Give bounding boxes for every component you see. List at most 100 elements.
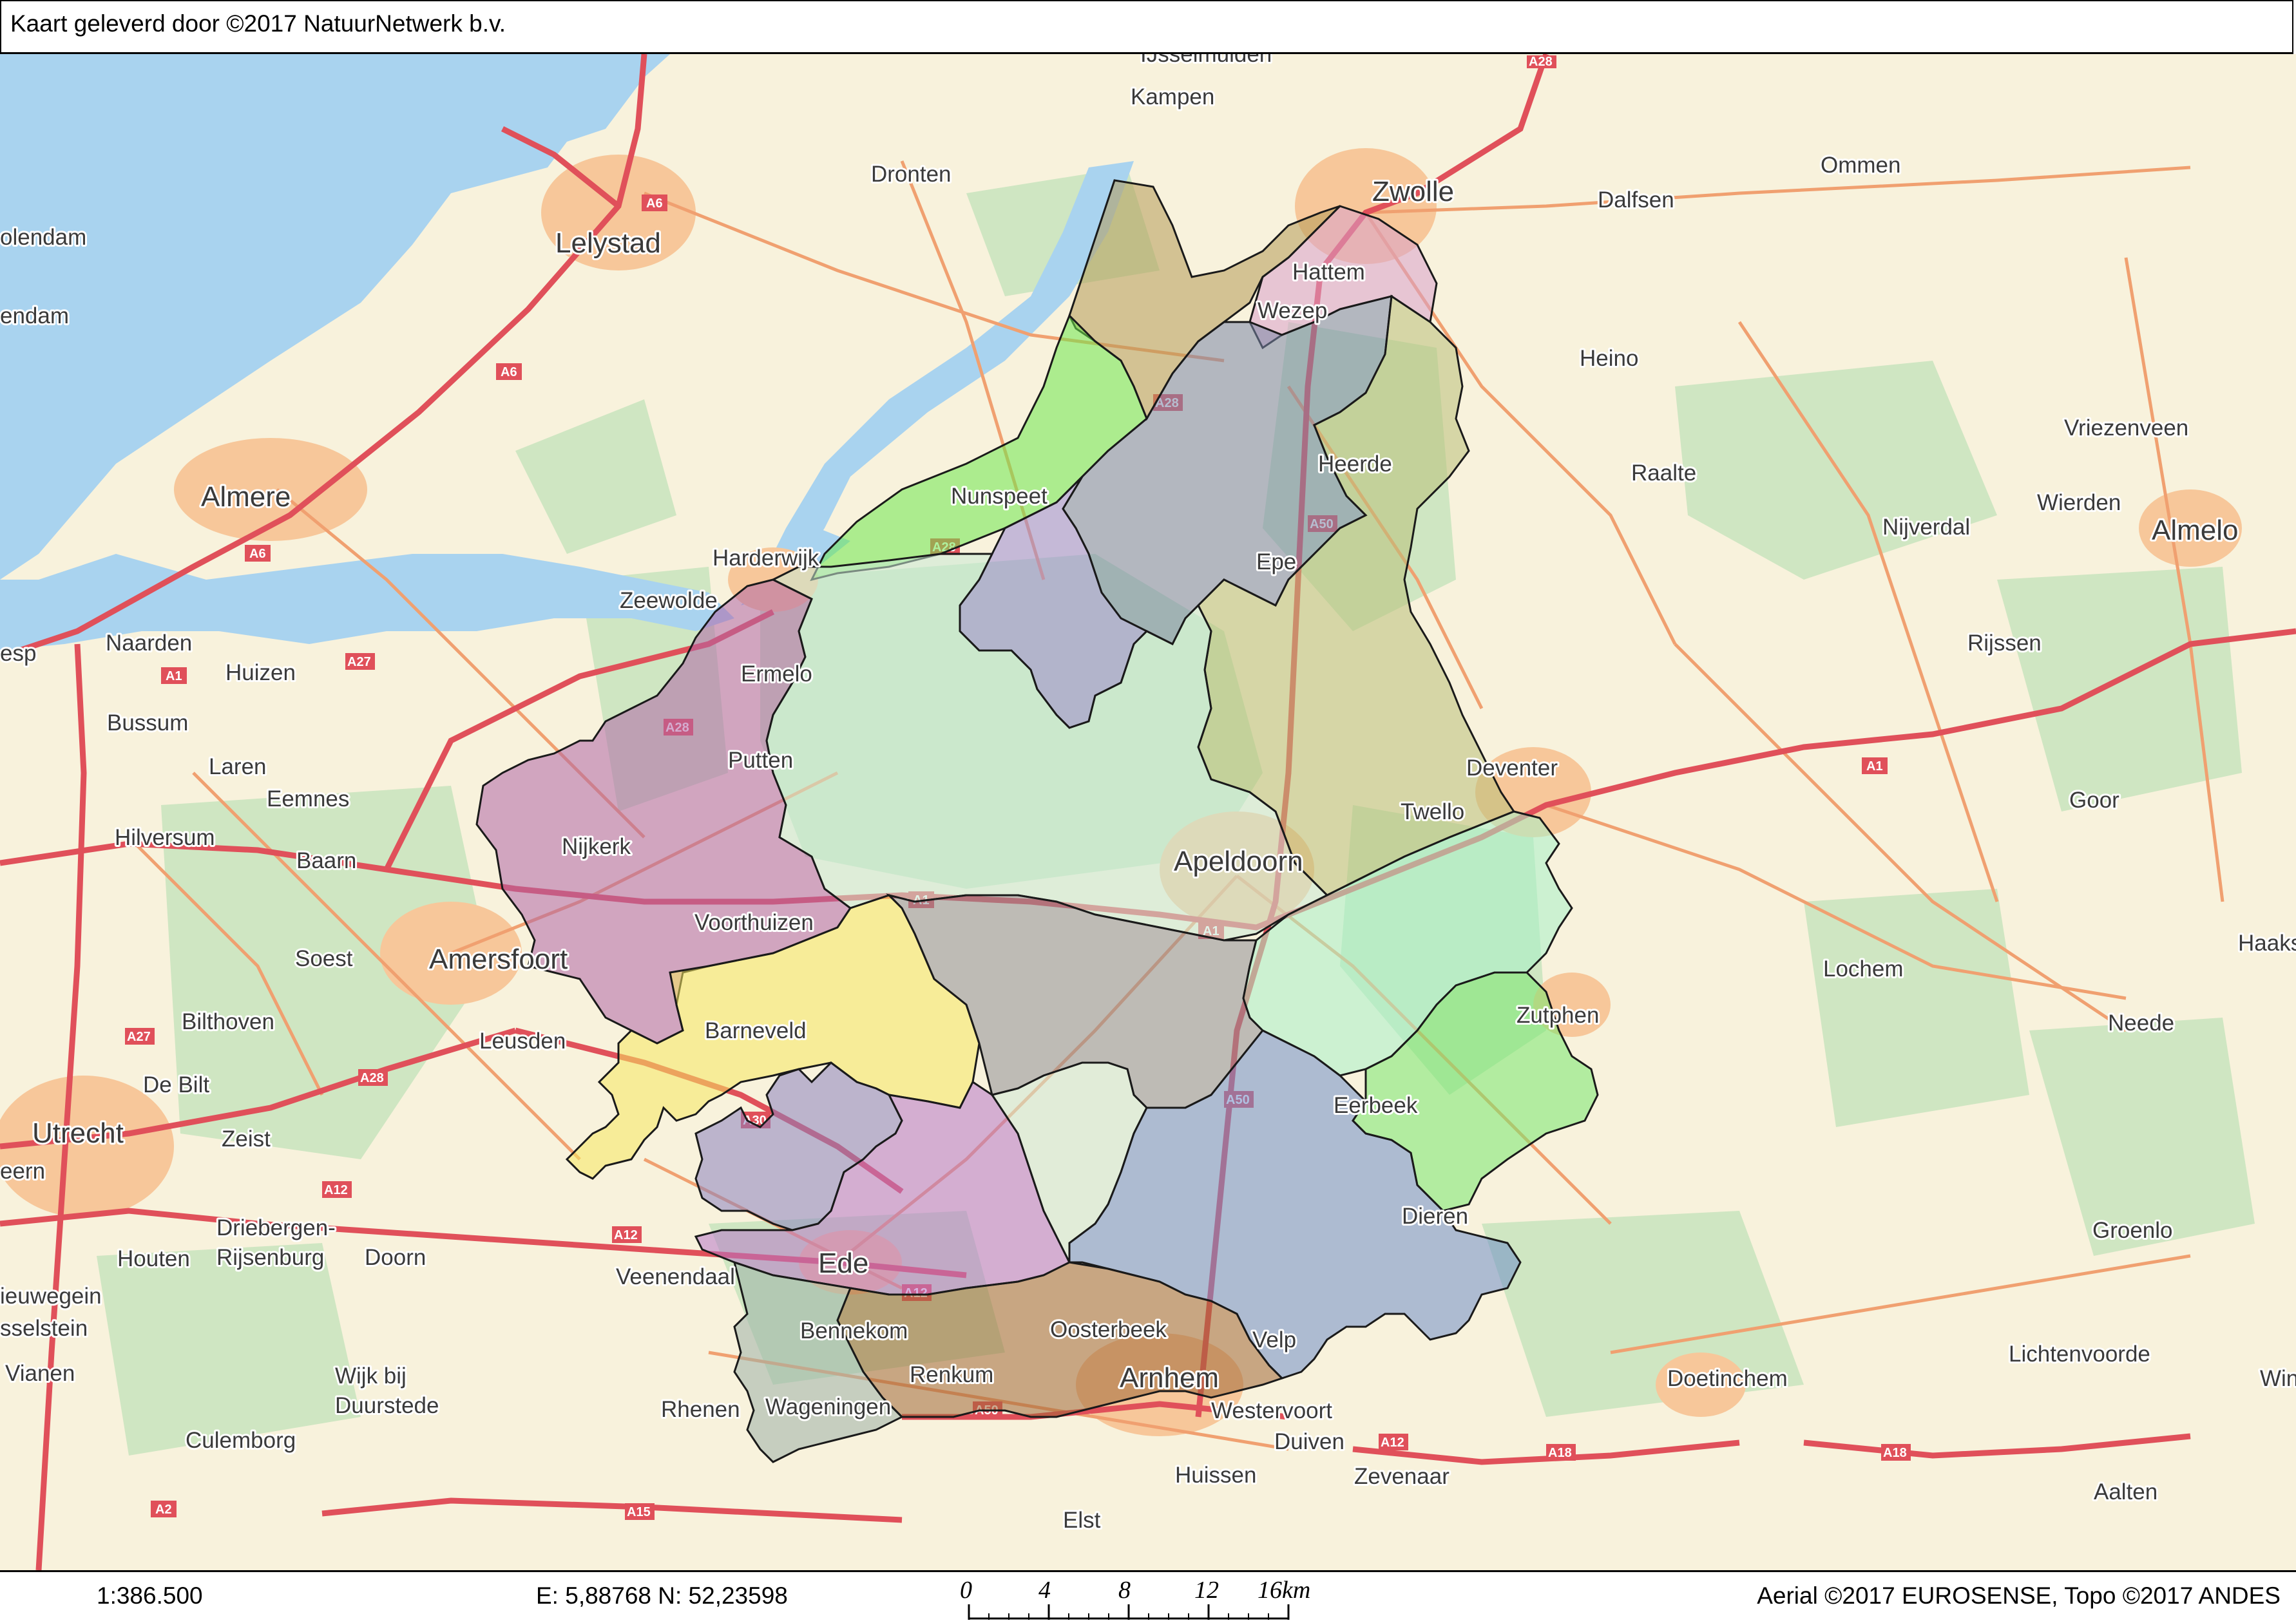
imagery-attribution: Aerial ©2017 EUROSENSE, Topo ©2017 ANDES [1757, 1582, 2281, 1609]
label-wijk-bij: Wijk bij [335, 1363, 407, 1389]
label-laren: Laren [209, 754, 267, 779]
label-twello: Twello [1401, 799, 1464, 824]
label-volendam-fragment: olendam [0, 225, 86, 250]
scale-label-12: 12 [1194, 1577, 1219, 1604]
map-footer: 1:386.500 E: 5,88768 N: 52,23598 0 4 8 1… [0, 1570, 2296, 1623]
label-huizen: Huizen [225, 660, 296, 685]
label-spakenburg-fragment: esp [0, 641, 36, 666]
road-label-a27: A27 [127, 1030, 151, 1044]
label-nijverdal: Nijverdal [1882, 515, 1970, 540]
label-soest: Soest [295, 946, 353, 971]
label-rijssen: Rijssen [1967, 631, 2042, 656]
label-driebergen: Driebergen- [216, 1215, 336, 1240]
label-heino: Heino [1580, 346, 1638, 371]
label-ijsselmuiden: IJsselmuiden [1140, 54, 1272, 67]
label-utrecht: Utrecht [32, 1117, 124, 1149]
scale-label-8: 8 [1118, 1577, 1131, 1604]
label-nieuwegein: ieuwegein [0, 1284, 102, 1309]
label-velp: Velp [1252, 1327, 1296, 1352]
road-label-a28-3: A28 [1529, 55, 1553, 69]
road-label-a27-2: A27 [347, 655, 371, 669]
map-provider-credit: Kaart geleverd door ©2017 NatuurNetwerk … [10, 10, 506, 37]
scale-label-0: 0 [960, 1577, 972, 1604]
label-westervoort: Westervoort [1211, 1398, 1332, 1423]
label-debilt: De Bilt [143, 1072, 209, 1097]
label-renkum: Renkum [910, 1362, 993, 1387]
label-lelystad: Lelystad [555, 227, 661, 259]
label-groenlo: Groenlo [2092, 1218, 2173, 1243]
label-doorn: Doorn [365, 1245, 426, 1270]
label-leusden: Leusden [479, 1029, 566, 1054]
label-epe: Epe [1256, 549, 1296, 574]
label-ermelo: Ermelo [741, 661, 812, 687]
scale-label-16km: 16km [1258, 1577, 1310, 1604]
label-ommen: Ommen [1821, 153, 1900, 178]
label-putten: Putten [728, 748, 793, 773]
label-doetinchem: Doetinchem [1667, 1366, 1788, 1391]
label-haaksbergen: Haaksb [2238, 931, 2296, 956]
road-label-a2: A2 [155, 1503, 172, 1517]
label-huissen: Huissen [1175, 1463, 1256, 1488]
label-edam-fragment: endam [0, 303, 69, 328]
label-culemborg: Culemborg [186, 1428, 296, 1453]
label-zeewolde: Zeewolde [620, 588, 718, 613]
label-bennekom: Bennekom [800, 1318, 908, 1343]
label-rijsenburg: Rijsenburg [216, 1245, 324, 1270]
label-almelo: Almelo [2152, 515, 2239, 546]
road-label-a1: A1 [166, 669, 182, 683]
map-canvas[interactable]: A6 A6 A6 A1 A1 A1 A1 A12 A12 A12 A15 A2 … [0, 40, 2296, 1571]
label-eemnes: Eemnes [267, 786, 349, 812]
label-winterswijk: Winte [2260, 1366, 2296, 1391]
label-hilversum: Hilversum [115, 825, 215, 850]
label-goor: Goor [2069, 788, 2119, 813]
label-dronten: Dronten [871, 162, 952, 187]
road-label-a18-2: A18 [1883, 1446, 1907, 1460]
label-voorthuizen: Voorthuizen [694, 910, 814, 935]
label-vianen: Vianen [5, 1361, 75, 1386]
label-aalten: Aalten [2094, 1479, 2157, 1504]
label-veenendaal: Veenendaal [616, 1264, 735, 1289]
label-zutphen: Zutphen [1516, 1003, 1599, 1028]
label-wierden: Wierden [2037, 490, 2121, 515]
road-label-a6-3: A6 [249, 547, 266, 561]
label-dalfsen: Dalfsen [1598, 187, 1674, 213]
road-label-a12-3: A12 [1381, 1436, 1404, 1450]
label-wageningen: Wageningen [765, 1394, 891, 1419]
label-lochem: Lochem [1823, 956, 1904, 982]
label-oosterbeek: Oosterbeek [1050, 1317, 1167, 1342]
label-wezep: Wezep [1258, 298, 1327, 323]
label-zeist: Zeist [222, 1126, 271, 1152]
label-lichtenvoorde: Lichtenvoorde [2009, 1342, 2150, 1367]
road-label-a6: A6 [646, 196, 663, 211]
road-label-a6-2: A6 [501, 365, 517, 379]
label-kampen: Kampen [1131, 84, 1214, 109]
label-amersfoort: Amersfoort [429, 944, 568, 975]
label-hattem: Hattem [1292, 260, 1365, 285]
map-header: Kaart geleverd door ©2017 NatuurNetwerk … [0, 0, 2293, 54]
label-zevenaar: Zevenaar [1354, 1464, 1449, 1489]
label-duurstede: Duurstede [335, 1393, 439, 1418]
label-raalte: Raalte [1631, 460, 1696, 486]
scale-label-4: 4 [1038, 1577, 1051, 1604]
label-neede: Neede [2108, 1011, 2174, 1036]
label-apeldoorn: Apeldoorn [1174, 846, 1303, 877]
label-arnhem: Arnhem [1120, 1362, 1219, 1394]
label-deventer: Deventer [1466, 755, 1558, 781]
label-almere: Almere [201, 481, 291, 513]
cursor-coordinates: E: 5,88768 N: 52,23598 [536, 1582, 788, 1609]
label-vriezenveen: Vriezenveen [2064, 415, 2188, 441]
label-ede: Ede [818, 1248, 868, 1279]
label-rhenen: Rhenen [661, 1397, 740, 1422]
road-label-a12-2: A12 [324, 1183, 348, 1197]
label-zwolle: Zwolle [1372, 176, 1454, 207]
label-baarn: Baarn [296, 848, 356, 873]
road-label-a1-4: A1 [1866, 759, 1883, 774]
label-eerbeek: Eerbeek [1334, 1093, 1418, 1118]
label-nunspeet: Nunspeet [951, 484, 1048, 509]
road-label-a28-2: A28 [360, 1071, 384, 1085]
label-dieren: Dieren [1402, 1204, 1468, 1229]
label-eern-fragment: eern [0, 1159, 45, 1184]
label-nijkerk: Nijkerk [562, 834, 631, 859]
road-label-a18: A18 [1548, 1446, 1572, 1460]
label-barneveld: Barneveld [705, 1018, 807, 1043]
